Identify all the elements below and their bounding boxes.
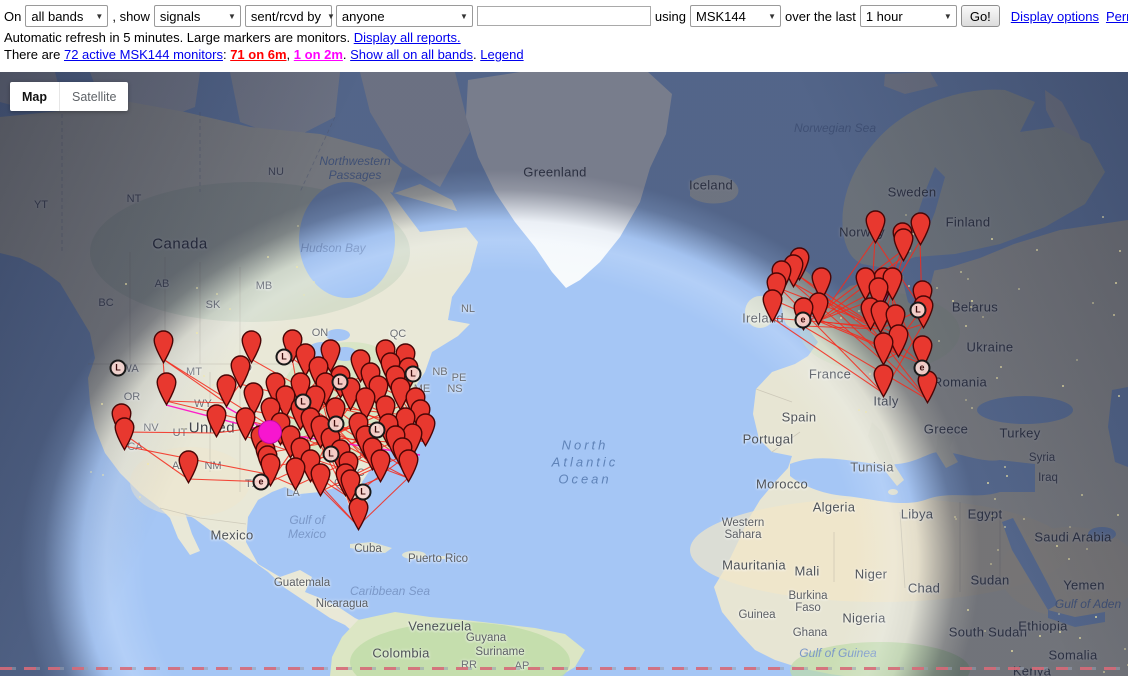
sender-marker[interactable]: L: [910, 302, 927, 319]
monitor-marker[interactable]: [348, 497, 369, 536]
sender-marker[interactable]: L: [276, 349, 293, 366]
chevron-down-icon: ▼: [460, 12, 468, 21]
sender-marker[interactable]: L: [323, 446, 340, 463]
mode-select[interactable]: MSK144 ▼: [690, 5, 781, 27]
monitor-marker[interactable]: [178, 450, 199, 489]
monitor-markers-layer: LLLLLLLeLLeeL: [0, 72, 1128, 676]
monitor-marker[interactable]: [873, 364, 894, 403]
timespan-select[interactable]: 1 hour ▼: [860, 5, 957, 27]
sender-marker[interactable]: L: [328, 416, 345, 433]
query-row: On all bands ▼ , show signals ▼ sent/rcvd …: [0, 0, 1128, 29]
map-type-control: Map Satellite: [10, 82, 128, 111]
who-select-value: anyone: [342, 9, 385, 24]
show-label: , show: [112, 9, 150, 24]
sender-marker[interactable]: L: [295, 394, 312, 411]
go-button[interactable]: Go!: [961, 5, 1000, 27]
monitor-marker[interactable]: [153, 330, 174, 369]
chevron-down-icon: ▼: [327, 12, 335, 21]
monitor-marker[interactable]: [370, 449, 391, 488]
legend-link[interactable]: Legend: [480, 47, 523, 62]
monitor-marker[interactable]: [762, 289, 783, 328]
permalink-link[interactable]: Permalink: [1106, 9, 1128, 24]
callsign-input[interactable]: [477, 6, 651, 26]
chevron-down-icon: ▼: [768, 12, 776, 21]
monitor-marker[interactable]: [398, 449, 419, 488]
monitor-marker[interactable]: [114, 417, 135, 456]
band-select[interactable]: all bands ▼: [25, 5, 108, 27]
monitors-status-row: There are 72 active MSK144 monitors: 71 …: [0, 46, 1128, 63]
sentrcvd-select-value: sent/rcvd by: [251, 9, 321, 24]
sender-marker[interactable]: L: [405, 366, 422, 383]
sender-marker[interactable]: L: [369, 422, 386, 439]
timespan-select-value: 1 hour: [866, 9, 903, 24]
monitors-2m-link[interactable]: 1 on 2m: [294, 47, 343, 62]
active-monitors-link[interactable]: 72 active MSK144 monitors: [64, 47, 223, 62]
toolbar: On all bands ▼ , show signals ▼ sent/rcvd …: [0, 0, 1128, 72]
sender-marker[interactable]: e: [253, 474, 270, 491]
monitor-marker[interactable]: [310, 463, 331, 502]
display-options-link[interactable]: Display options: [1011, 9, 1099, 24]
header-links: Display options Permalink: [1004, 9, 1128, 24]
on-label: On: [4, 9, 21, 24]
monitor-marker[interactable]: [285, 457, 306, 496]
who-select[interactable]: anyone ▼: [336, 5, 473, 27]
sender-marker[interactable]: L: [332, 374, 349, 391]
sender-marker[interactable]: e: [795, 312, 812, 329]
refresh-status-row: Automatic refresh in 5 minutes. Large ma…: [0, 29, 1128, 46]
satellite-view-button[interactable]: Satellite: [59, 82, 128, 111]
monitors-6m-link[interactable]: 71 on 6m: [230, 47, 286, 62]
chevron-down-icon: ▼: [944, 12, 952, 21]
sentrcvd-select[interactable]: sent/rcvd by ▼: [245, 5, 332, 27]
sender-marker[interactable]: e: [914, 360, 931, 377]
there-are-text: There are: [4, 47, 64, 62]
signals-select-value: signals: [160, 9, 200, 24]
band-select-value: all bands: [31, 9, 83, 24]
monitor-2m-marker[interactable]: [258, 420, 282, 444]
monitor-marker[interactable]: [156, 372, 177, 411]
monitor-marker[interactable]: [865, 210, 886, 249]
chevron-down-icon: ▼: [95, 12, 103, 21]
sender-marker[interactable]: L: [110, 360, 127, 377]
monitor-marker[interactable]: [206, 404, 227, 443]
using-label: using: [655, 9, 686, 24]
map-view-button[interactable]: Map: [10, 82, 59, 111]
monitor-marker[interactable]: [893, 228, 914, 267]
world-map[interactable]: CanadaUnited StatesMexicoGreenlandIcelan…: [0, 72, 1128, 676]
display-all-reports-link[interactable]: Display all reports.: [354, 30, 461, 45]
signals-select[interactable]: signals ▼: [154, 5, 241, 27]
over-label: over the last: [785, 9, 856, 24]
show-all-bands-link[interactable]: Show all on all bands: [350, 47, 473, 62]
comma-text: ,: [287, 47, 294, 62]
sender-marker[interactable]: L: [355, 484, 372, 501]
refresh-text: Automatic refresh in 5 minutes. Large ma…: [4, 30, 350, 45]
chevron-down-icon: ▼: [228, 12, 236, 21]
mode-select-value: MSK144: [696, 9, 746, 24]
